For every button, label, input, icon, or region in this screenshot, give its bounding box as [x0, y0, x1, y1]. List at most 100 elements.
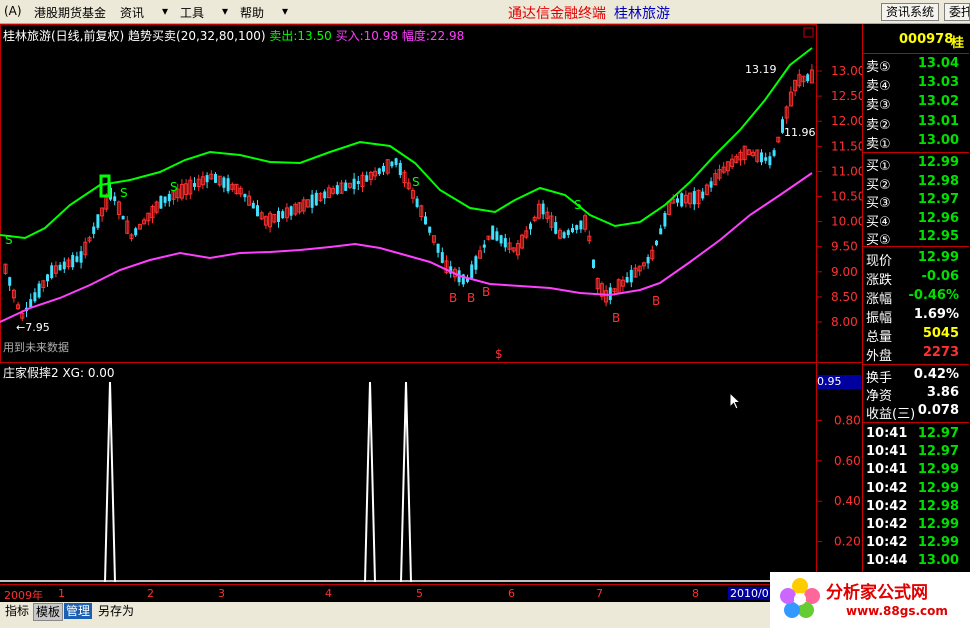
candle-body-down [71, 255, 75, 268]
candle-body-down [680, 193, 684, 207]
candle-body-down [659, 228, 663, 235]
time-axis-month: 6 [508, 587, 515, 600]
menu-dropdown-icon[interactable]: ▾ [282, 4, 288, 18]
ask-row-value: 13.03 [917, 75, 959, 91]
stat2-row-value: 0.078 [917, 403, 959, 418]
menu-item-a[interactable]: (A) [4, 4, 22, 18]
time-axis-month: 1 [58, 587, 65, 600]
candle-body-down [495, 231, 499, 241]
menu-dropdown-icon[interactable]: ▾ [222, 4, 228, 18]
tick-price: 12.97 [917, 426, 959, 441]
ask-row-label: 卖② [866, 117, 891, 133]
bid-row-value: 12.97 [917, 192, 959, 208]
stat-row-value: -0.46% [908, 288, 960, 303]
tab-indicator[interactable]: 指标 [3, 603, 32, 619]
info-system-button[interactable]: 资讯系统 [881, 3, 939, 21]
tick-time: 10:42 [866, 535, 908, 551]
ask-row-value: 13.01 [917, 113, 959, 129]
candle-body-down [113, 196, 117, 202]
candle-body-down [655, 240, 658, 246]
candle-body-down [365, 175, 369, 182]
bid-row: 买④ 12.96 [863, 211, 969, 230]
menu-item-help[interactable]: 帮助 [240, 4, 264, 21]
ask-row: 卖⑤ 13.04 [863, 56, 969, 75]
buy-signal-mark: B [467, 291, 475, 305]
menu-item-hk-futures[interactable]: 港股期货基金 [34, 4, 106, 21]
maximize-icon[interactable] [803, 27, 814, 38]
stat2-row-label: 收益(三) [866, 407, 916, 422]
price-tick-label: 12.00 [831, 114, 862, 128]
xg-spike [400, 381, 412, 583]
kline-chart[interactable]: SS S SSB B BBB 13.0012.5012.0011.5011.0010.5… [0, 24, 862, 602]
tick-row: 10:42 12.99 [863, 517, 969, 535]
price-tick-label: 9.00 [831, 265, 858, 279]
xg-spike [104, 381, 116, 583]
quote-header: 000978 桂 [863, 32, 969, 51]
tab-template[interactable]: 模板 [33, 603, 64, 621]
tick-price: 12.98 [917, 498, 959, 514]
candle-body-down [440, 252, 444, 263]
quote-panel: 000978 桂 卖⑤ 13.04 卖④ 13.03 卖③ 13.02 卖② 13.01 卖① 1… [862, 24, 970, 602]
ask-row-label: 卖④ [866, 79, 891, 95]
tick-price: 12.99 [917, 462, 959, 478]
menu-item-info[interactable]: 资讯 [120, 4, 144, 21]
sell-signal-mark: S [170, 180, 178, 194]
stat2-row-label: 净资 [866, 389, 893, 404]
stat-row-value: 2273 [922, 345, 959, 360]
stat2-row: 收益(三) 0.078 [863, 403, 969, 422]
candle-body-down [575, 225, 579, 230]
candle-body-down [193, 183, 196, 187]
bid-row-label: 买④ [866, 214, 891, 230]
ask-row-label: 卖③ [866, 98, 891, 114]
ask-row: 卖④ 13.03 [863, 75, 969, 95]
candle-body-down [398, 162, 402, 176]
ask-row-value: 13.00 [917, 132, 959, 148]
stat-row-label: 涨跌 [866, 273, 893, 288]
candle-body-down [701, 191, 705, 199]
tab-manage[interactable]: 管理 [64, 603, 93, 619]
tab-save-as[interactable]: 另存为 [96, 603, 136, 619]
candle-body-down [390, 161, 394, 167]
stat-row: 涨跌 -0.06 [863, 269, 969, 288]
candle-body-down [159, 195, 163, 209]
candle-body-down [289, 206, 293, 216]
sub-tick-label: 0.80 [834, 413, 861, 427]
candle-body-down [92, 226, 96, 234]
candle-body-down [579, 220, 583, 230]
candle-body-down [470, 264, 474, 279]
candle-body-down [256, 205, 259, 217]
chart-stock-name: 桂林旅游(日线,前复权) [3, 29, 125, 43]
menu-item-tools[interactable]: 工具 [180, 4, 204, 21]
price-axis: 13.00 12.50 12.00 11.50 11.00 10.50 10.00 9.50 9… [816, 64, 862, 329]
time-axis-month: 3 [218, 587, 225, 600]
stock-title: 桂林旅游 [614, 6, 670, 22]
chart-area[interactable]: SSSSSBBBBB 13.00 12.50 12.00 11.50 11.00 10.5… [0, 24, 862, 602]
stock-code: 000978 [899, 32, 954, 47]
candle-body-down [482, 244, 486, 248]
bid-row: 买③ 12.97 [863, 192, 969, 211]
candle-body-down [46, 274, 49, 282]
price-tick-label: 8.00 [831, 315, 858, 329]
candle-body-down [356, 180, 360, 185]
sub-tick-label: 0.60 [834, 454, 861, 468]
sell-signal-mark: S [120, 186, 128, 200]
candle-body-down [79, 251, 83, 263]
buy-label: 买入: [335, 29, 364, 43]
candle-body-down [566, 230, 570, 235]
stock-name-short: 桂 [951, 36, 965, 51]
trade-button[interactable]: 委托 [944, 3, 970, 21]
candle-body-down [806, 74, 810, 82]
candle-body-down [663, 213, 667, 227]
ask-row-label: 卖① [866, 136, 891, 152]
tick-price: 12.97 [917, 444, 959, 460]
stat-row-label: 现价 [866, 254, 893, 269]
candle-body-down [562, 232, 566, 238]
candle-body-down [709, 181, 713, 188]
price-tick-label: 10.00 [831, 215, 862, 229]
candle-body-down [243, 193, 247, 198]
chart-header: 桂林旅游(日线,前复权) 趋势买卖(20,32,80,100) 卖出:13.50… [3, 27, 464, 44]
tick-time: 10:42 [866, 498, 908, 514]
sub-axis: 0.80 0.60 0.40 0.20 [816, 413, 861, 549]
price-tick-label: 12.50 [831, 89, 862, 103]
menu-dropdown-icon[interactable]: ▾ [162, 4, 168, 18]
